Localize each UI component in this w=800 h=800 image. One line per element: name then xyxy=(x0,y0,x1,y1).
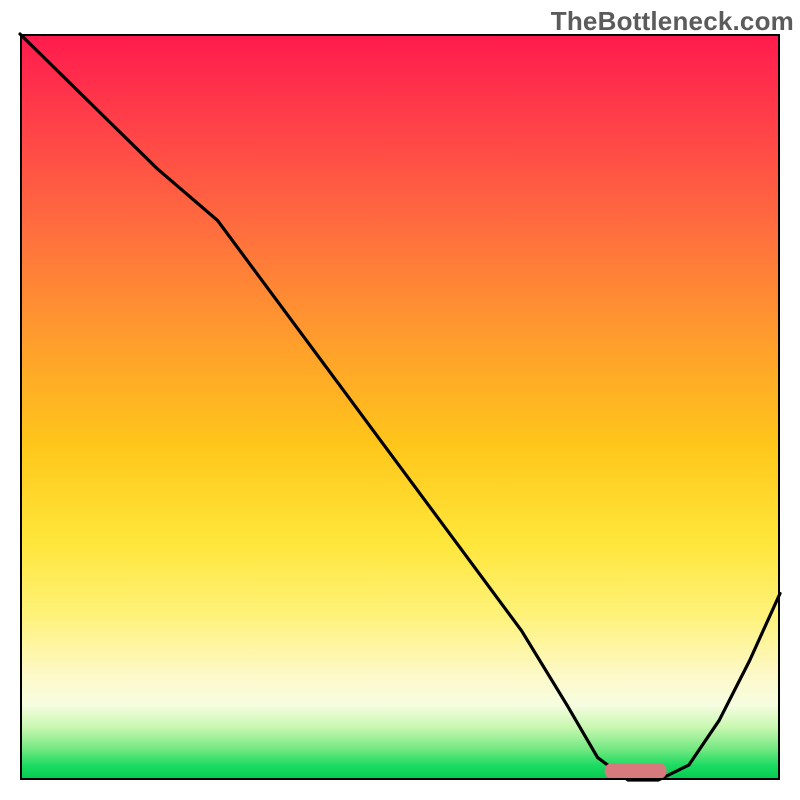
curve-layer xyxy=(20,34,780,780)
optimal-range-marker xyxy=(605,764,666,778)
bottleneck-curve-path xyxy=(20,34,780,780)
chart-stage: TheBottleneck.com xyxy=(0,0,800,800)
watermark-text: TheBottleneck.com xyxy=(551,6,794,37)
plot-area xyxy=(20,34,780,780)
